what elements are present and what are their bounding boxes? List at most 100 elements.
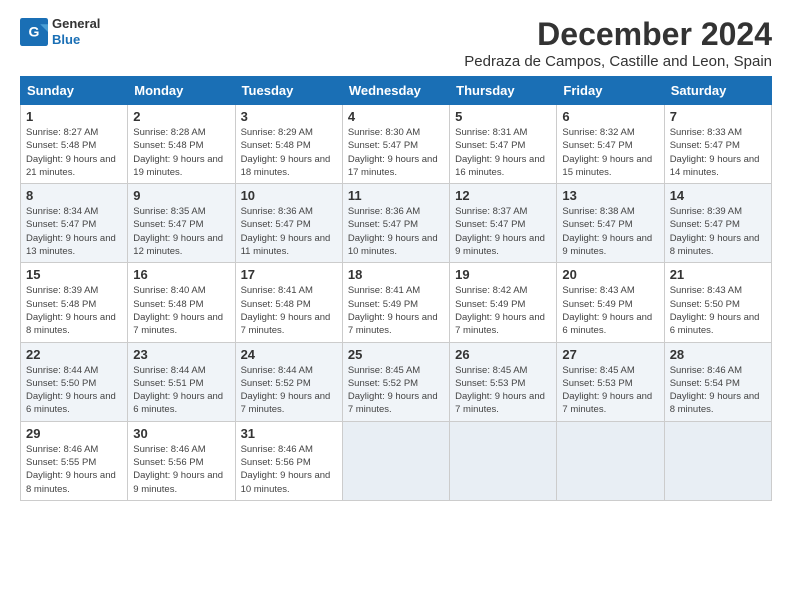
logo-line2: Blue — [52, 32, 100, 48]
cell-info: Sunrise: 8:27 AMSunset: 5:48 PMDaylight:… — [26, 126, 122, 179]
logo-text: General Blue — [52, 16, 100, 47]
calendar-cell: 2 Sunrise: 8:28 AMSunset: 5:48 PMDaylight… — [128, 105, 235, 184]
calendar-cell: 12 Sunrise: 8:37 AMSunset: 5:47 PMDayligh… — [450, 184, 557, 263]
day-number: 18 — [348, 267, 444, 282]
calendar-cell — [664, 421, 771, 500]
svg-text:G: G — [29, 23, 40, 39]
calendar-cell: 7Sunrise: 8:33 AMSunset: 5:47 PMDaylight… — [664, 105, 771, 184]
logo: G General Blue — [20, 16, 100, 47]
day-number: 25 — [348, 347, 444, 362]
cell-info: Sunrise: 8:38 AMSunset: 5:47 PMDaylight:… — [562, 205, 658, 258]
cell-info: Sunrise: 8:46 AMSunset: 5:55 PMDaylight:… — [26, 443, 122, 496]
day-number: 23 — [133, 347, 229, 362]
calendar-header-saturday: Saturday — [664, 77, 771, 105]
day-number: 13 — [562, 188, 658, 203]
calendar-cell — [557, 421, 664, 500]
calendar-cell: 8Sunrise: 8:34 AMSunset: 5:47 PMDaylight… — [21, 184, 128, 263]
calendar-cell: 20 Sunrise: 8:43 AMSunset: 5:49 PMDayligh… — [557, 263, 664, 342]
calendar-table: SundayMondayTuesdayWednesdayThursdayFrid… — [20, 76, 772, 501]
calendar-cell — [342, 421, 449, 500]
day-number: 9 — [133, 188, 229, 203]
calendar-cell: 29 Sunrise: 8:46 AMSunset: 5:55 PMDayligh… — [21, 421, 128, 500]
calendar-cell — [450, 421, 557, 500]
subtitle: Pedraza de Campos, Castille and Leon, Sp… — [464, 53, 772, 70]
calendar-header-monday: Monday — [128, 77, 235, 105]
cell-info: Sunrise: 8:31 AMSunset: 5:47 PMDaylight:… — [455, 126, 551, 179]
day-number: 8 — [26, 188, 122, 203]
calendar-week-row: 15 Sunrise: 8:39 AMSunset: 5:48 PMDayligh… — [21, 263, 772, 342]
calendar-week-row: 1 Sunrise: 8:27 AMSunset: 5:48 PMDaylight… — [21, 105, 772, 184]
calendar-cell: 21 Sunrise: 8:43 AMSunset: 5:50 PMDayligh… — [664, 263, 771, 342]
calendar-cell: 13 Sunrise: 8:38 AMSunset: 5:47 PMDayligh… — [557, 184, 664, 263]
calendar-cell: 3Sunrise: 8:29 AMSunset: 5:48 PMDaylight… — [235, 105, 342, 184]
calendar-header-sunday: Sunday — [21, 77, 128, 105]
logo-line1: General — [52, 16, 100, 32]
day-number: 12 — [455, 188, 551, 203]
day-number: 29 — [26, 426, 122, 441]
day-number: 24 — [241, 347, 337, 362]
day-number: 10 — [241, 188, 337, 203]
calendar-cell: 4Sunrise: 8:30 AMSunset: 5:47 PMDaylight… — [342, 105, 449, 184]
cell-info: Sunrise: 8:37 AMSunset: 5:47 PMDaylight:… — [455, 205, 551, 258]
day-number: 26 — [455, 347, 551, 362]
day-number: 19 — [455, 267, 551, 282]
day-number: 2 — [133, 109, 229, 124]
calendar-header-friday: Friday — [557, 77, 664, 105]
cell-info: Sunrise: 8:43 AMSunset: 5:50 PMDaylight:… — [670, 284, 766, 337]
day-number: 1 — [26, 109, 122, 124]
day-number: 15 — [26, 267, 122, 282]
day-number: 4 — [348, 109, 444, 124]
calendar-header-wednesday: Wednesday — [342, 77, 449, 105]
cell-info: Sunrise: 8:39 AMSunset: 5:48 PMDaylight:… — [26, 284, 122, 337]
cell-info: Sunrise: 8:44 AMSunset: 5:52 PMDaylight:… — [241, 364, 337, 417]
calendar-cell: 24 Sunrise: 8:44 AMSunset: 5:52 PMDayligh… — [235, 342, 342, 421]
cell-info: Sunrise: 8:45 AMSunset: 5:53 PMDaylight:… — [455, 364, 551, 417]
cell-info: Sunrise: 8:32 AMSunset: 5:47 PMDaylight:… — [562, 126, 658, 179]
calendar-cell: 14 Sunrise: 8:39 AMSunset: 5:47 PMDayligh… — [664, 184, 771, 263]
calendar-cell: 25 Sunrise: 8:45 AMSunset: 5:52 PMDayligh… — [342, 342, 449, 421]
calendar-cell: 17Sunrise: 8:41 AMSunset: 5:48 PMDayligh… — [235, 263, 342, 342]
cell-info: Sunrise: 8:43 AMSunset: 5:49 PMDaylight:… — [562, 284, 658, 337]
day-number: 14 — [670, 188, 766, 203]
calendar-cell: 23 Sunrise: 8:44 AMSunset: 5:51 PMDayligh… — [128, 342, 235, 421]
cell-info: Sunrise: 8:41 AMSunset: 5:49 PMDaylight:… — [348, 284, 444, 337]
calendar-cell: 18 Sunrise: 8:41 AMSunset: 5:49 PMDayligh… — [342, 263, 449, 342]
day-number: 20 — [562, 267, 658, 282]
logo-icon: G — [20, 18, 48, 46]
cell-info: Sunrise: 8:46 AMSunset: 5:56 PMDaylight:… — [133, 443, 229, 496]
day-number: 21 — [670, 267, 766, 282]
page-header: G General Blue December 2024 Pedraza de … — [20, 16, 772, 70]
day-number: 31 — [241, 426, 337, 441]
cell-info: Sunrise: 8:36 AMSunset: 5:47 PMDaylight:… — [348, 205, 444, 258]
day-number: 16 — [133, 267, 229, 282]
cell-info: Sunrise: 8:35 AMSunset: 5:47 PMDaylight:… — [133, 205, 229, 258]
calendar-body: 1 Sunrise: 8:27 AMSunset: 5:48 PMDaylight… — [21, 105, 772, 501]
calendar-week-row: 22 Sunrise: 8:44 AMSunset: 5:50 PMDayligh… — [21, 342, 772, 421]
calendar-cell: 30 Sunrise: 8:46 AMSunset: 5:56 PMDayligh… — [128, 421, 235, 500]
title-area: December 2024 Pedraza de Campos, Castill… — [464, 16, 772, 70]
day-number: 22 — [26, 347, 122, 362]
calendar-cell: 19Sunrise: 8:42 AMSunset: 5:49 PMDayligh… — [450, 263, 557, 342]
cell-info: Sunrise: 8:45 AMSunset: 5:53 PMDaylight:… — [562, 364, 658, 417]
main-title: December 2024 — [464, 16, 772, 53]
cell-info: Sunrise: 8:46 AMSunset: 5:54 PMDaylight:… — [670, 364, 766, 417]
cell-info: Sunrise: 8:46 AMSunset: 5:56 PMDaylight:… — [241, 443, 337, 496]
calendar-week-row: 8Sunrise: 8:34 AMSunset: 5:47 PMDaylight… — [21, 184, 772, 263]
day-number: 30 — [133, 426, 229, 441]
cell-info: Sunrise: 8:33 AMSunset: 5:47 PMDaylight:… — [670, 126, 766, 179]
cell-info: Sunrise: 8:41 AMSunset: 5:48 PMDaylight:… — [241, 284, 337, 337]
cell-info: Sunrise: 8:36 AMSunset: 5:47 PMDaylight:… — [241, 205, 337, 258]
cell-info: Sunrise: 8:40 AMSunset: 5:48 PMDaylight:… — [133, 284, 229, 337]
cell-info: Sunrise: 8:45 AMSunset: 5:52 PMDaylight:… — [348, 364, 444, 417]
calendar-cell: 6Sunrise: 8:32 AMSunset: 5:47 PMDaylight… — [557, 105, 664, 184]
cell-info: Sunrise: 8:28 AMSunset: 5:48 PMDaylight:… — [133, 126, 229, 179]
cell-info: Sunrise: 8:44 AMSunset: 5:50 PMDaylight:… — [26, 364, 122, 417]
calendar-cell: 1 Sunrise: 8:27 AMSunset: 5:48 PMDaylight… — [21, 105, 128, 184]
calendar-header-tuesday: Tuesday — [235, 77, 342, 105]
cell-info: Sunrise: 8:39 AMSunset: 5:47 PMDaylight:… — [670, 205, 766, 258]
calendar-cell: 28Sunrise: 8:46 AMSunset: 5:54 PMDayligh… — [664, 342, 771, 421]
cell-info: Sunrise: 8:44 AMSunset: 5:51 PMDaylight:… — [133, 364, 229, 417]
day-number: 5 — [455, 109, 551, 124]
calendar-cell: 15 Sunrise: 8:39 AMSunset: 5:48 PMDayligh… — [21, 263, 128, 342]
calendar-header-thursday: Thursday — [450, 77, 557, 105]
